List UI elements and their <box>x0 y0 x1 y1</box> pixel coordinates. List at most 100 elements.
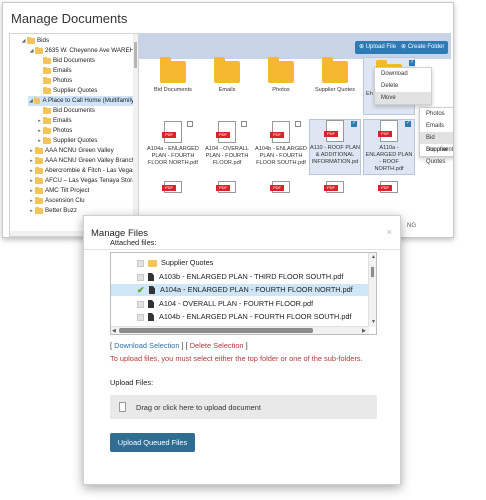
checkbox[interactable] <box>137 273 144 281</box>
menu-item-delete[interactable]: Delete <box>375 80 431 92</box>
folder-icon <box>35 196 43 204</box>
download-selection-link[interactable]: Download Selection <box>114 341 179 350</box>
file-tile-selected[interactable]: PDF A110 - ROOF PLAN & ADDITIONAL INFORMA… <box>309 119 361 175</box>
file-tile[interactable]: PDF <box>363 181 415 193</box>
checkbox[interactable] <box>137 259 144 267</box>
upload-file-button[interactable]: ⊕ Upload File <box>355 41 401 54</box>
tree-item[interactable]: Emails <box>43 66 72 76</box>
close-icon[interactable]: × <box>387 227 392 237</box>
tree-item[interactable]: ▸ AAA NCNU Green Valley Branch <box>28 156 135 166</box>
attached-files-list[interactable]: Supplier Quotes A103b - ENLARGED PLAN - … <box>110 252 377 335</box>
folder-tile[interactable]: Emails <box>201 57 253 94</box>
tree-item[interactable]: ▸ AMC Tilt Project <box>28 186 89 196</box>
menu-item-move[interactable]: Move <box>375 92 431 104</box>
folder-checkbox[interactable] <box>409 59 415 66</box>
submenu-item-emails[interactable]: Emails <box>420 120 453 132</box>
scroll-down-icon[interactable]: ▼ <box>371 319 376 325</box>
list-vertical-scrollbar[interactable]: ▲ ▼ <box>368 253 376 327</box>
file-tile[interactable]: PDF A104b - ENLARGED PLAN - FOURTH FLOOR … <box>255 121 307 167</box>
expand-icon[interactable]: ▸ <box>28 176 35 186</box>
tree-item[interactable]: ◢ 2635 W. Cheyenne Ave WAREHOUS <box>28 46 138 56</box>
expand-icon[interactable]: ▸ <box>28 196 35 206</box>
tree-item[interactable]: ▸ Ascension Clu <box>28 196 85 206</box>
scroll-thumb[interactable] <box>134 42 137 68</box>
pdf-icon: PDF <box>324 120 344 142</box>
expand-icon[interactable]: ▸ <box>28 206 35 216</box>
checkmark-icon[interactable]: ✔ <box>137 285 146 295</box>
list-item[interactable]: A104 - OVERALL PLAN - FOURTH FLOOR.pdf <box>137 298 376 310</box>
upload-queued-files-button[interactable]: Upload Queued Files <box>110 433 195 452</box>
folder-tree[interactable]: ◢ Bids ◢ 2635 W. Cheyenne Ave WAREHOUS Bid… <box>9 33 139 237</box>
file-tile[interactable]: PDF <box>255 181 307 193</box>
scroll-up-icon[interactable]: ▲ <box>371 254 376 260</box>
scroll-thumb[interactable] <box>371 267 374 277</box>
list-item[interactable]: A104b - ENLARGED PLAN - FOURTH FLOOR SOU… <box>137 311 376 323</box>
file-tile[interactable]: PDF <box>201 181 253 193</box>
collapse-icon[interactable]: ◢ <box>28 46 35 56</box>
tree-item[interactable]: Bid Documents <box>43 56 95 66</box>
tree-item[interactable]: Supplier Quotes <box>43 86 97 96</box>
pdf-icon: PDF <box>162 181 182 193</box>
menu-item-download[interactable]: Download <box>375 68 431 80</box>
list-item-selected[interactable]: ✔ A104a - ENLARGED PLAN - FOURTH FLOOR NO… <box>111 284 369 296</box>
collapse-icon[interactable]: ◢ <box>28 96 34 106</box>
scroll-left-icon[interactable]: ◀ <box>112 328 116 334</box>
folder-icon <box>43 66 51 74</box>
folder-icon <box>43 106 51 114</box>
tree-item[interactable]: ▸ Supplier Quotes <box>36 136 97 146</box>
expand-icon[interactable]: ▸ <box>28 156 35 166</box>
tree-item[interactable]: Photos <box>43 76 72 86</box>
expand-icon[interactable]: ▸ <box>36 126 43 136</box>
upload-dropzone[interactable]: Drag or click here to upload document <box>110 395 377 419</box>
folder-tile[interactable]: Supplier Quotes <box>309 57 361 94</box>
submenu-item-bid-documents[interactable]: Bid Documents <box>420 132 453 153</box>
tree-item[interactable]: ▸ Abercrombie & Fitch - Las Vegas <box>28 166 135 176</box>
expand-icon[interactable]: ▸ <box>36 136 43 146</box>
folder-icon <box>35 146 43 154</box>
upload-icon: ⊕ <box>359 44 366 50</box>
pdf-icon: PDF <box>270 181 290 193</box>
tree-item[interactable]: Bid Documents <box>43 106 95 116</box>
folder-icon <box>43 116 51 124</box>
list-item[interactable]: Supplier Quotes <box>137 257 376 269</box>
file-checkbox[interactable] <box>241 121 247 127</box>
checkbox[interactable] <box>137 313 144 321</box>
file-tile[interactable]: PDF <box>147 181 199 193</box>
pdf-icon: PDF <box>162 121 182 143</box>
scroll-right-icon[interactable]: ▶ <box>362 328 366 334</box>
file-checkbox-checked[interactable] <box>351 120 357 127</box>
folder-icon <box>43 86 51 94</box>
list-item[interactable]: A103b - ENLARGED PLAN - THIRD FLOOR SOUT… <box>137 271 376 283</box>
folder-tile[interactable]: Photos <box>255 57 307 94</box>
tree-item-selected[interactable]: ◢ A Place to Call Home (Multifamily) <box>28 96 136 106</box>
file-checkbox[interactable] <box>295 121 301 127</box>
file-tile-selected[interactable]: PDF A110a - ENLARGED PLAN - ROOF NORTH.pd… <box>363 119 415 175</box>
folder-icon <box>268 57 294 83</box>
file-checkbox[interactable] <box>187 121 193 127</box>
tree-item[interactable]: ▸ AAA NCNU Green Valley <box>28 146 114 156</box>
tree-item-bids[interactable]: ◢ Bids <box>20 36 49 46</box>
file-checkbox-checked[interactable] <box>405 120 411 127</box>
expand-icon[interactable]: ▸ <box>28 166 35 176</box>
folder-tile[interactable]: Bid Documents <box>147 57 199 94</box>
scroll-thumb[interactable] <box>119 328 313 333</box>
checkbox[interactable] <box>137 300 144 308</box>
tree-item[interactable]: ▸ Photos <box>36 126 72 136</box>
tree-item[interactable]: ▸ Emails <box>36 116 72 126</box>
submenu-item-photos[interactable]: Photos <box>420 108 453 120</box>
delete-selection-link[interactable]: Delete Selection <box>190 341 244 350</box>
collapse-icon[interactable]: ◢ <box>20 36 27 46</box>
tree-item[interactable]: ▸ AFCU – Las Vegas Tenaya Storage I <box>28 176 138 186</box>
expand-icon[interactable]: ▸ <box>36 116 43 126</box>
tree-item[interactable]: ▸ Better Buzz <box>28 206 77 216</box>
expand-icon[interactable]: ▸ <box>28 186 35 196</box>
pdf-icon: PDF <box>324 181 344 193</box>
file-tile[interactable]: PDF A104a - ENLARGED PLAN - FOURTH FLOOR … <box>147 121 199 167</box>
tree-vertical-scrollbar[interactable] <box>133 34 138 236</box>
file-tile[interactable]: PDF <box>309 181 361 193</box>
list-horizontal-scrollbar[interactable]: ◀ ▶ <box>111 326 369 334</box>
upload-files-label: Upload Files: <box>110 378 154 387</box>
create-folder-button[interactable]: ⊕ Create Folder <box>397 41 449 54</box>
expand-icon[interactable]: ▸ <box>28 146 35 156</box>
file-tile[interactable]: PDF A104 - OVERALL PLAN - FOURTH FLOOR.pd… <box>201 121 253 167</box>
